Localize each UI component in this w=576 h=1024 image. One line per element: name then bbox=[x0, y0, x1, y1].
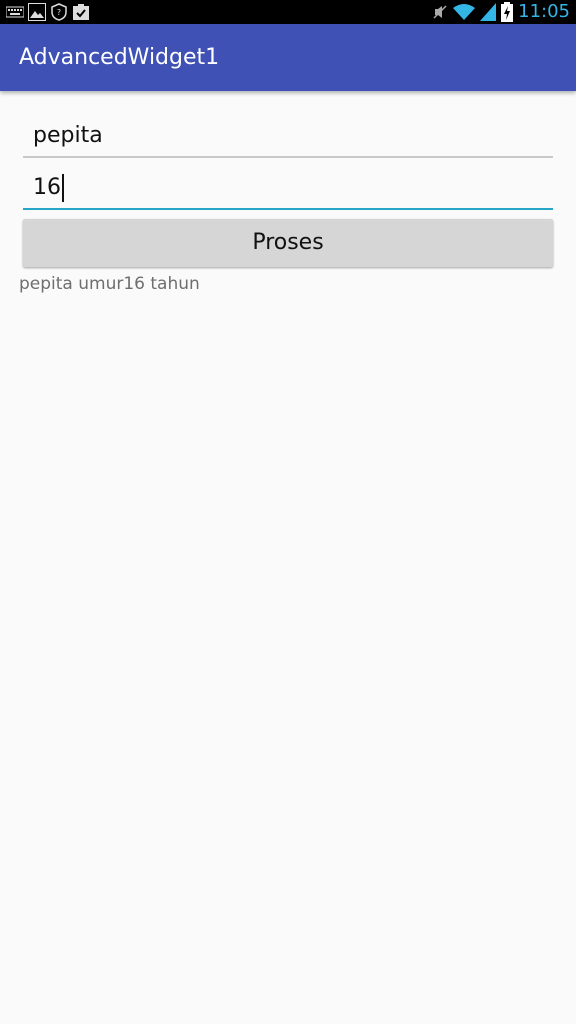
svg-text:?: ? bbox=[57, 8, 61, 17]
age-input-value: 16 bbox=[33, 175, 61, 200]
image-icon bbox=[28, 3, 46, 21]
battery-charging-icon bbox=[501, 2, 514, 22]
shield-icon: ? bbox=[51, 3, 67, 21]
app-title: AdvancedWidget1 bbox=[19, 45, 220, 70]
main-content: pepita 16 Proses pepita umur16 tahun bbox=[0, 91, 576, 1024]
clipboard-check-icon bbox=[73, 4, 89, 20]
status-time: 11:05 bbox=[518, 1, 570, 22]
status-bar-left: ? bbox=[6, 3, 90, 21]
status-bar: ? 11:05 bbox=[0, 0, 576, 24]
age-input-underline bbox=[23, 208, 553, 210]
text-cursor bbox=[62, 174, 64, 202]
status-bar-right: 11:05 bbox=[432, 1, 570, 23]
proses-button[interactable]: Proses bbox=[23, 219, 553, 267]
mute-icon bbox=[433, 5, 447, 19]
name-input-underline bbox=[23, 156, 553, 158]
wifi-icon bbox=[453, 4, 476, 20]
keyboard-icon bbox=[6, 6, 24, 18]
app-bar: AdvancedWidget1 bbox=[0, 24, 576, 91]
result-text: pepita umur16 tahun bbox=[19, 274, 200, 294]
name-input[interactable]: pepita bbox=[23, 114, 553, 158]
signal-icon bbox=[480, 3, 497, 21]
name-input-value: pepita bbox=[33, 123, 103, 148]
age-input[interactable]: 16 bbox=[23, 166, 553, 210]
